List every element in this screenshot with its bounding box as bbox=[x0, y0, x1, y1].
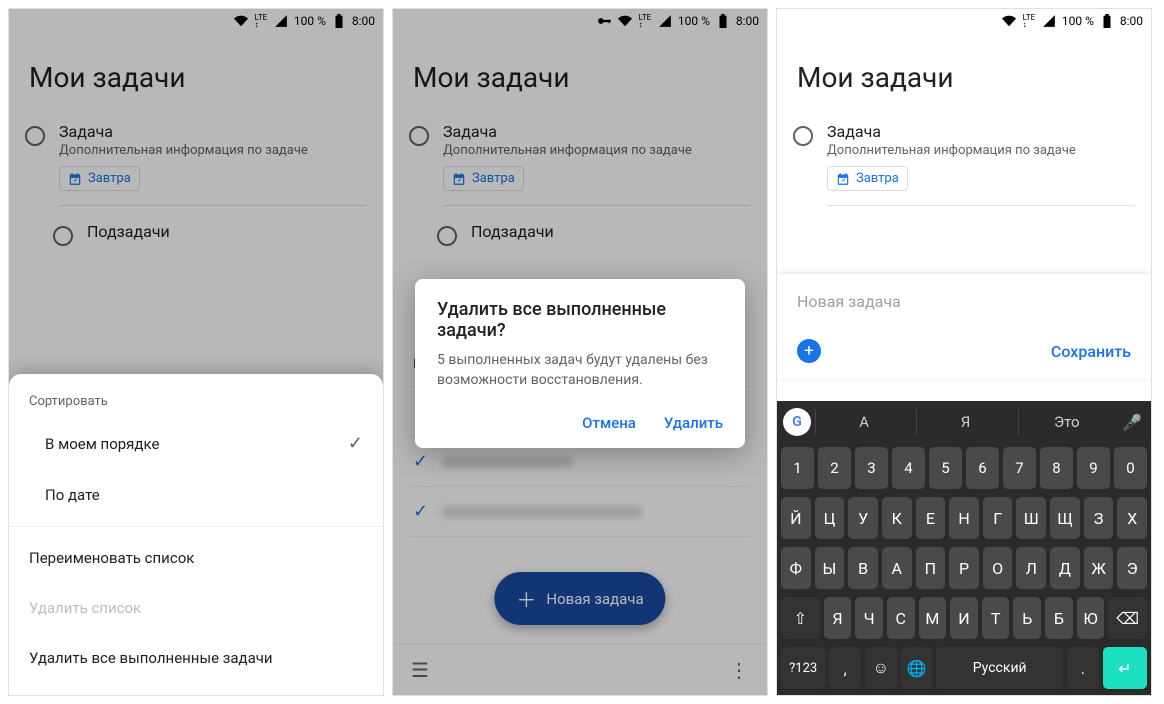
add-details-button[interactable]: + bbox=[797, 339, 821, 363]
task-row[interactable]: Задача Дополнительная информация по зада… bbox=[777, 114, 1151, 214]
key[interactable]: Г bbox=[983, 497, 1013, 539]
key[interactable]: А bbox=[882, 547, 912, 589]
key[interactable]: Е bbox=[916, 497, 946, 539]
key-9[interactable]: 9 bbox=[1077, 447, 1110, 489]
save-button[interactable]: Сохранить bbox=[1051, 342, 1131, 361]
new-task-input[interactable]: Новая задача bbox=[777, 274, 1151, 329]
sort-my-order[interactable]: В моем порядке ✓ bbox=[9, 417, 383, 470]
key[interactable]: М bbox=[919, 597, 947, 639]
key[interactable]: Й bbox=[781, 497, 811, 539]
key-row-4: ⇧ Я Ч С М И Т Ь Б Ю ⌫ bbox=[777, 593, 1151, 643]
suggestion-1[interactable]: А bbox=[815, 409, 912, 435]
dialog-confirm-button[interactable]: Удалить bbox=[664, 414, 723, 432]
enter-key[interactable]: ↵ bbox=[1103, 647, 1147, 689]
key-row-5: ?123 , ☺ 🌐 Русский . ↵ bbox=[777, 643, 1151, 695]
status-bar: LTE↕ 100 % 8:00 bbox=[777, 9, 1151, 33]
lte-icon: LTE↕ bbox=[1022, 14, 1036, 28]
dialog-body: 5 выполненных задач будут удалены без во… bbox=[437, 351, 723, 390]
key[interactable]: Н bbox=[949, 497, 979, 539]
key[interactable]: О bbox=[983, 547, 1013, 589]
wifi-icon bbox=[1002, 14, 1016, 28]
key[interactable]: Э bbox=[1117, 547, 1147, 589]
key[interactable]: Х bbox=[1117, 497, 1147, 539]
key[interactable]: К bbox=[882, 497, 912, 539]
shift-key[interactable]: ⇧ bbox=[781, 597, 820, 639]
key[interactable]: Ц bbox=[815, 497, 845, 539]
key-4[interactable]: 4 bbox=[892, 447, 925, 489]
key-5[interactable]: 5 bbox=[929, 447, 962, 489]
key[interactable]: Р bbox=[949, 547, 979, 589]
key[interactable]: Д bbox=[1050, 547, 1080, 589]
task-radio[interactable] bbox=[793, 126, 813, 146]
calendar-icon bbox=[836, 172, 850, 186]
status-time: 8:00 bbox=[1120, 14, 1143, 28]
battery-text: 100 % bbox=[1062, 14, 1094, 28]
new-task-panel: Новая задача + Сохранить bbox=[777, 274, 1151, 379]
key[interactable]: Ы bbox=[815, 547, 845, 589]
key[interactable]: Ж bbox=[1084, 547, 1114, 589]
comma-key[interactable]: , bbox=[829, 647, 861, 689]
globe-key[interactable]: 🌐 bbox=[901, 647, 933, 689]
emoji-key[interactable]: ☺ bbox=[865, 647, 897, 689]
key[interactable]: Ю bbox=[1077, 597, 1105, 639]
key-3[interactable]: 3 bbox=[855, 447, 888, 489]
key[interactable]: П bbox=[916, 547, 946, 589]
signal-icon bbox=[1042, 14, 1056, 28]
key[interactable]: Я bbox=[824, 597, 852, 639]
key[interactable]: У bbox=[848, 497, 878, 539]
phone-screen-1: LTE↕ 100 % 8:00 Мои задачи Задача Дополн… bbox=[8, 8, 384, 696]
key-row-2: Й Ц У К Е Н Г Ш Щ З Х bbox=[777, 493, 1151, 543]
key[interactable]: Ь bbox=[1013, 597, 1041, 639]
suggestion-2[interactable]: Я bbox=[916, 409, 1013, 435]
battery-icon bbox=[1100, 14, 1114, 28]
key[interactable]: Ч bbox=[855, 597, 883, 639]
date-chip[interactable]: Завтра bbox=[827, 166, 908, 191]
key[interactable]: Ф bbox=[781, 547, 811, 589]
key[interactable]: И bbox=[950, 597, 978, 639]
confirm-dialog: Удалить все выполненные задачи? 5 выполн… bbox=[415, 279, 745, 448]
dialog-title: Удалить все выполненные задачи? bbox=[437, 299, 723, 341]
key-1[interactable]: 1 bbox=[781, 447, 814, 489]
bottom-sheet-menu: Сортировать В моем порядке ✓ По дате Пер… bbox=[9, 374, 383, 695]
phone-screen-3: LTE↕ 100 % 8:00 Мои задачи Задача Дополн… bbox=[776, 8, 1152, 696]
key-0[interactable]: 0 bbox=[1114, 447, 1147, 489]
key[interactable]: Б bbox=[1045, 597, 1073, 639]
key[interactable]: Ш bbox=[1016, 497, 1046, 539]
key-2[interactable]: 2 bbox=[818, 447, 851, 489]
dialog-cancel-button[interactable]: Отмена bbox=[582, 414, 636, 432]
backspace-key[interactable]: ⌫ bbox=[1108, 597, 1147, 639]
divider bbox=[9, 526, 383, 527]
checkmark-icon: ✓ bbox=[348, 433, 363, 454]
delete-list: Удалить список bbox=[9, 583, 383, 633]
task-subtitle: Дополнительная информация по задаче bbox=[827, 143, 1135, 158]
google-logo-icon[interactable]: G bbox=[783, 408, 811, 436]
dot-key[interactable]: . bbox=[1067, 647, 1099, 689]
suggestion-bar: G А Я Это 🎤 bbox=[777, 401, 1151, 443]
task-title: Задача bbox=[827, 122, 1135, 141]
key[interactable]: В bbox=[848, 547, 878, 589]
key[interactable]: С bbox=[887, 597, 915, 639]
key[interactable]: З bbox=[1084, 497, 1114, 539]
space-key[interactable]: Русский bbox=[936, 647, 1063, 689]
symbols-key[interactable]: ?123 bbox=[781, 647, 825, 689]
sort-by-date[interactable]: По дате bbox=[9, 470, 383, 520]
keyboard: G А Я Это 🎤 1 2 3 4 5 6 7 8 9 0 Й Ц У К … bbox=[777, 401, 1151, 695]
key-6[interactable]: 6 bbox=[966, 447, 999, 489]
key-7[interactable]: 7 bbox=[1003, 447, 1036, 489]
rename-list[interactable]: Переименовать список bbox=[9, 533, 383, 583]
plus-icon: + bbox=[804, 341, 814, 361]
key-8[interactable]: 8 bbox=[1040, 447, 1073, 489]
mic-icon[interactable]: 🎤 bbox=[1119, 413, 1145, 432]
key[interactable]: Л bbox=[1016, 547, 1046, 589]
sort-label: Сортировать bbox=[9, 386, 383, 417]
key-row-3: Ф Ы В А П Р О Л Д Ж Э bbox=[777, 543, 1151, 593]
key[interactable]: Щ bbox=[1050, 497, 1080, 539]
key[interactable]: Т bbox=[982, 597, 1010, 639]
key-row-1: 1 2 3 4 5 6 7 8 9 0 bbox=[777, 443, 1151, 493]
suggestion-3[interactable]: Это bbox=[1018, 409, 1115, 435]
delete-completed[interactable]: Удалить все выполненные задачи bbox=[9, 633, 383, 683]
phone-screen-2: LTE↕ 100 % 8:00 Мои задачи Задача Дополн… bbox=[392, 8, 768, 696]
page-title: Мои задачи bbox=[777, 33, 1151, 114]
